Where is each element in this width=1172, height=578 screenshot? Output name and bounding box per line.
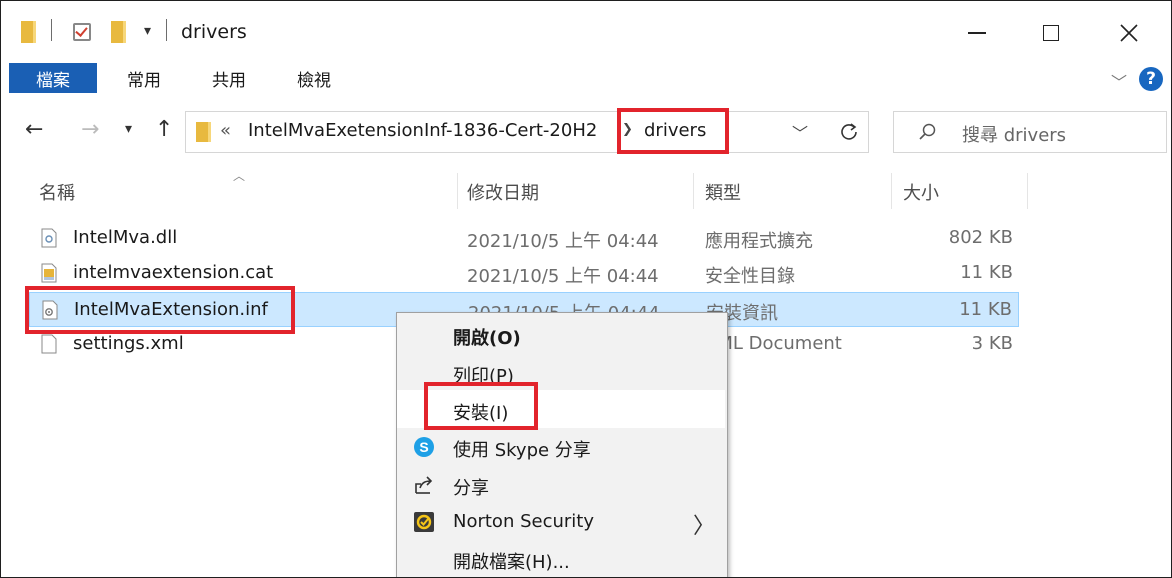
forward-arrow-icon[interactable]: → (81, 117, 99, 142)
menu-item-label: Norton Security (453, 511, 594, 532)
column-headers: 名稱 ︿ 修改日期 類型 大小 (1, 169, 1031, 209)
window-title: drivers (181, 21, 247, 43)
file-name: settings.xml (73, 333, 184, 354)
menu-item-label: 使用 Skype 分享 (453, 440, 591, 461)
maximize-button[interactable] (1021, 13, 1081, 53)
tab-file[interactable]: 檔案 (9, 63, 97, 93)
highlight-box-drivers (617, 108, 729, 154)
file-modified: 2021/10/5 上午 04:44 (467, 266, 659, 287)
menu-item-label: 分享 (453, 478, 489, 499)
file-size: 3 KB (971, 333, 1013, 354)
address-bar[interactable]: « IntelMvaExetensionInf-1836-Cert-20H2 ❯… (185, 111, 869, 153)
navigation-bar: ← → ▾ ↑ « IntelMvaExetensionInf-1836-Cer… (1, 97, 1171, 169)
column-header-name[interactable]: 名稱 (39, 179, 75, 205)
new-folder-icon[interactable] (111, 21, 126, 43)
tab-share[interactable]: 共用 (196, 63, 262, 93)
highlight-box-install (424, 382, 538, 430)
tab-view[interactable]: 檢視 (281, 63, 347, 93)
column-divider[interactable] (1027, 173, 1028, 209)
svg-text:S: S (419, 439, 428, 455)
column-divider[interactable] (457, 173, 458, 209)
file-modified: 2021/10/5 上午 04:44 (467, 231, 659, 252)
xml-file-icon (41, 334, 57, 354)
context-menu: 開啟(O) 列印(P) 安裝(I) S 使用 Skype 分享 分享 Norto… (396, 312, 728, 577)
cat-file-icon (41, 263, 57, 283)
submenu-arrow-icon: 〉 (693, 514, 716, 539)
folder-icon (196, 122, 211, 142)
title-bar: ▾ drivers (1, 1, 1171, 61)
divider (166, 19, 167, 41)
folder-icon (21, 21, 36, 43)
address-overflow-icon[interactable]: « (220, 120, 231, 141)
properties-check-icon[interactable] (73, 23, 91, 41)
column-divider[interactable] (693, 173, 694, 209)
ribbon: 檔案 常用 共用 檢視 ﹀ ? (1, 59, 1171, 97)
file-name: IntelMva.dll (73, 227, 178, 248)
refresh-icon[interactable] (832, 114, 866, 150)
file-size: 11 KB (960, 262, 1013, 283)
column-header-modified[interactable]: 修改日期 (467, 179, 539, 205)
search-icon (919, 123, 936, 140)
dll-file-icon (41, 228, 57, 248)
column-header-size[interactable]: 大小 (903, 179, 939, 205)
explorer-window: ▾ drivers 檔案 常用 共用 檢視 ﹀ ? ← → ▾ ↑ « Inte… (0, 0, 1172, 578)
up-arrow-icon[interactable]: ↑ (155, 117, 173, 142)
sort-up-icon: ︿ (233, 169, 246, 183)
close-button[interactable] (1099, 13, 1159, 53)
divider (51, 19, 52, 41)
tab-home[interactable]: 常用 (111, 63, 177, 93)
ribbon-expand-icon[interactable]: ﹀ (1111, 69, 1127, 93)
help-icon[interactable]: ? (1139, 67, 1163, 91)
column-header-type[interactable]: 類型 (705, 179, 741, 205)
qat-dropdown-icon[interactable]: ▾ (144, 23, 151, 39)
column-divider[interactable] (891, 173, 892, 209)
skype-icon: S (414, 437, 434, 457)
menu-item-label: 開啟檔案(H)... (453, 552, 570, 573)
menu-item-skype-share[interactable]: S 使用 Skype 分享 (397, 427, 725, 465)
recent-locations-icon[interactable]: ▾ (125, 121, 132, 137)
file-size: 802 KB (948, 227, 1013, 248)
share-icon (415, 476, 433, 494)
menu-item-label: 開啟(O) (453, 328, 521, 349)
back-arrow-icon[interactable]: ← (25, 117, 43, 142)
menu-item-share[interactable]: 分享 (397, 465, 725, 503)
menu-item-open-with[interactable]: 開啟檔案(H)... (397, 539, 725, 577)
close-icon (1120, 24, 1138, 42)
file-row[interactable]: IntelMva.dll 2021/10/5 上午 04:44 應用程式擴充 8… (29, 221, 1019, 256)
minimize-button[interactable] (947, 13, 1007, 53)
menu-item-open[interactable]: 開啟(O) (397, 315, 725, 353)
highlight-box-inf-file (25, 286, 295, 334)
search-box[interactable]: 搜尋 drivers (893, 111, 1167, 153)
address-dropdown-icon[interactable]: ﹀ (792, 120, 808, 144)
file-type: 安全性目錄 (705, 266, 795, 287)
file-size: 11 KB (959, 299, 1012, 320)
menu-item-norton[interactable]: Norton Security 〉 (397, 502, 725, 540)
file-name: intelmvaextension.cat (73, 262, 274, 283)
breadcrumb-segment[interactable]: IntelMvaExetensionInf-1836-Cert-20H2 (248, 120, 597, 141)
norton-icon (414, 512, 434, 532)
search-input[interactable]: 搜尋 drivers (962, 121, 1066, 147)
file-type: 應用程式擴充 (705, 231, 813, 252)
